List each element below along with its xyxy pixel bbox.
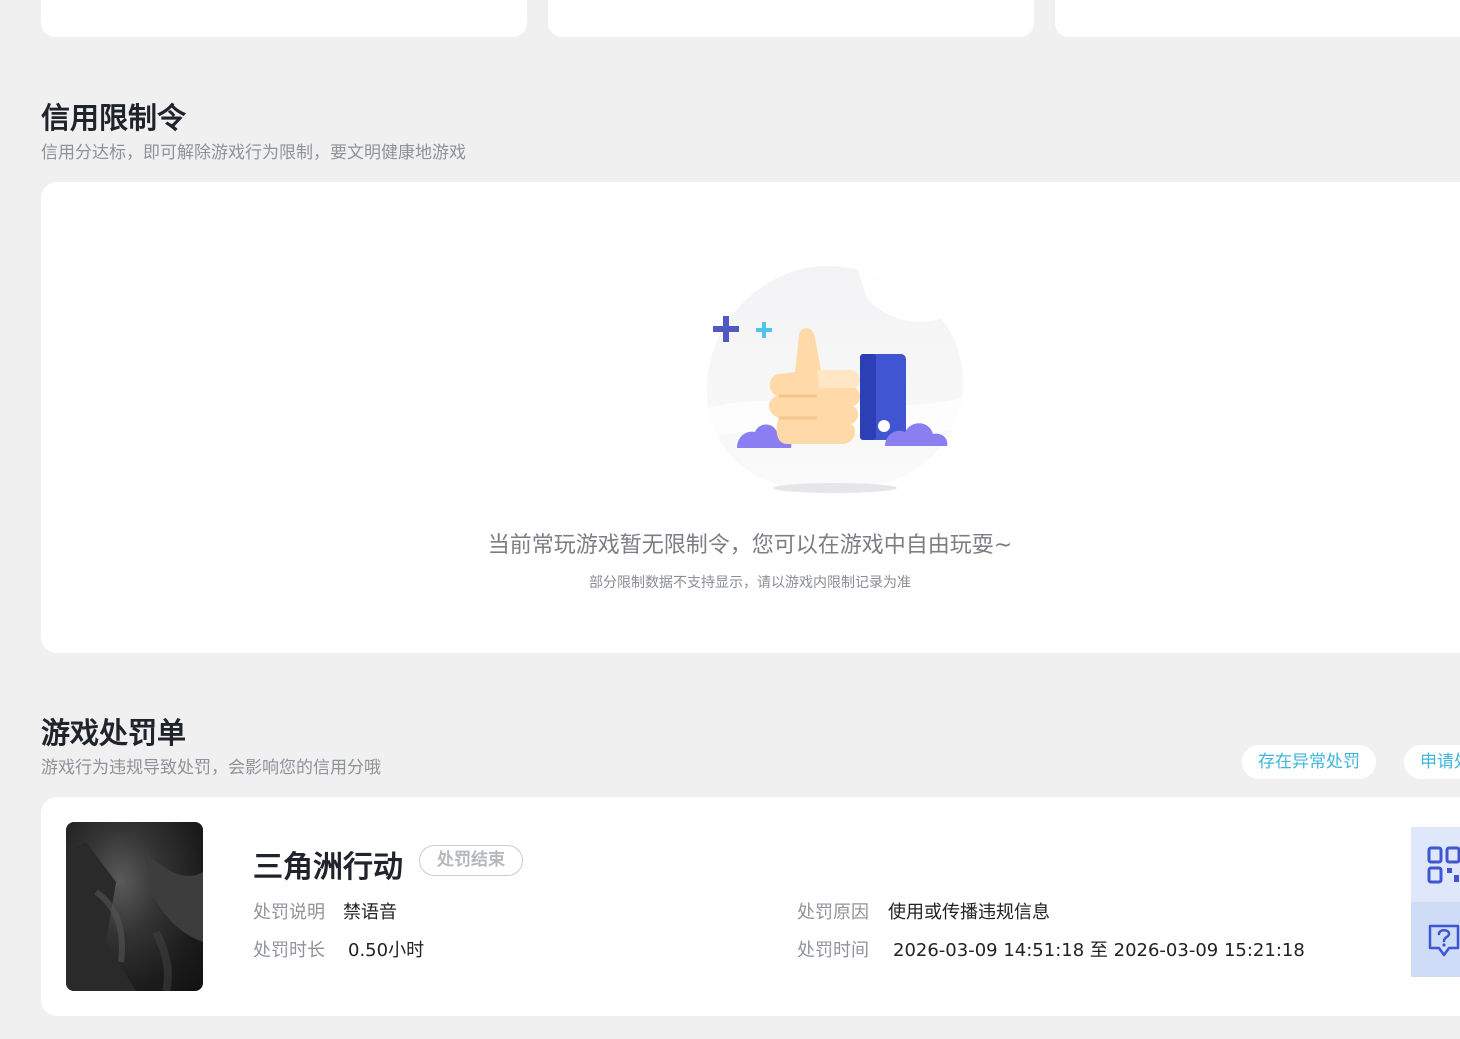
credit-restriction-subtitle: 信用分达标，即可解除游戏行为限制，要文明健康地游戏 [41,143,466,163]
penalty-reason-value: 使用或传播违规信息 [888,902,1050,923]
qr-code-icon [1427,846,1460,883]
penalty-item-card[interactable]: 三角洲行动 处罚结束 处罚说明 禁语音 处罚时长 0.50小时 处罚原因 使用或… [41,797,1460,1016]
game-name: 三角洲行动 [253,850,403,885]
penalty-desc-label: 处罚说明 [253,902,325,923]
credit-restriction-empty-card: 当前常玩游戏暂无限制令，您可以在游戏中自由玩耍~ 部分限制数据不支持显示，请以游… [41,182,1460,653]
penalty-reason-label: 处罚原因 [797,902,869,923]
game-thumbnail [66,822,203,991]
thumbs-up-illustration [706,266,964,493]
qr-code-button[interactable] [1411,827,1460,902]
penalty-duration-label: 处罚时长 [253,940,325,961]
penalty-subtitle: 游戏行为违规导致处罚，会影响您的信用分哦 [41,758,381,778]
page: 信用限制令 信用分达标，即可解除游戏行为限制，要文明健康地游戏 当前常玩游戏暂无… [0,0,1460,1039]
penalty-time-value: 2026-03-09 14:51:18 至 2026-03-09 15:21:1… [893,940,1305,961]
summary-card-1[interactable] [41,0,527,37]
penalty-title: 游戏处罚单 [41,716,187,750]
help-chat-icon [1428,924,1460,956]
summary-card-3[interactable] [1055,0,1460,37]
penalty-desc-value: 禁语音 [343,902,397,923]
help-chat-button[interactable] [1411,902,1460,977]
penalty-duration-value: 0.50小时 [348,940,425,961]
penalty-time-label: 处罚时间 [797,940,869,961]
empty-state-note: 部分限制数据不支持显示，请以游戏内限制记录为准 [589,575,911,591]
apply-penalty-button[interactable]: 申请处 [1404,745,1460,779]
summary-card-2[interactable] [548,0,1034,37]
status-badge: 处罚结束 [419,845,523,876]
side-toolbar [1411,827,1460,977]
credit-restriction-title: 信用限制令 [41,101,187,135]
empty-state-message: 当前常玩游戏暂无限制令，您可以在游戏中自由玩耍~ [487,533,1013,558]
abnormal-penalty-button[interactable]: 存在异常处罚 [1242,745,1376,779]
